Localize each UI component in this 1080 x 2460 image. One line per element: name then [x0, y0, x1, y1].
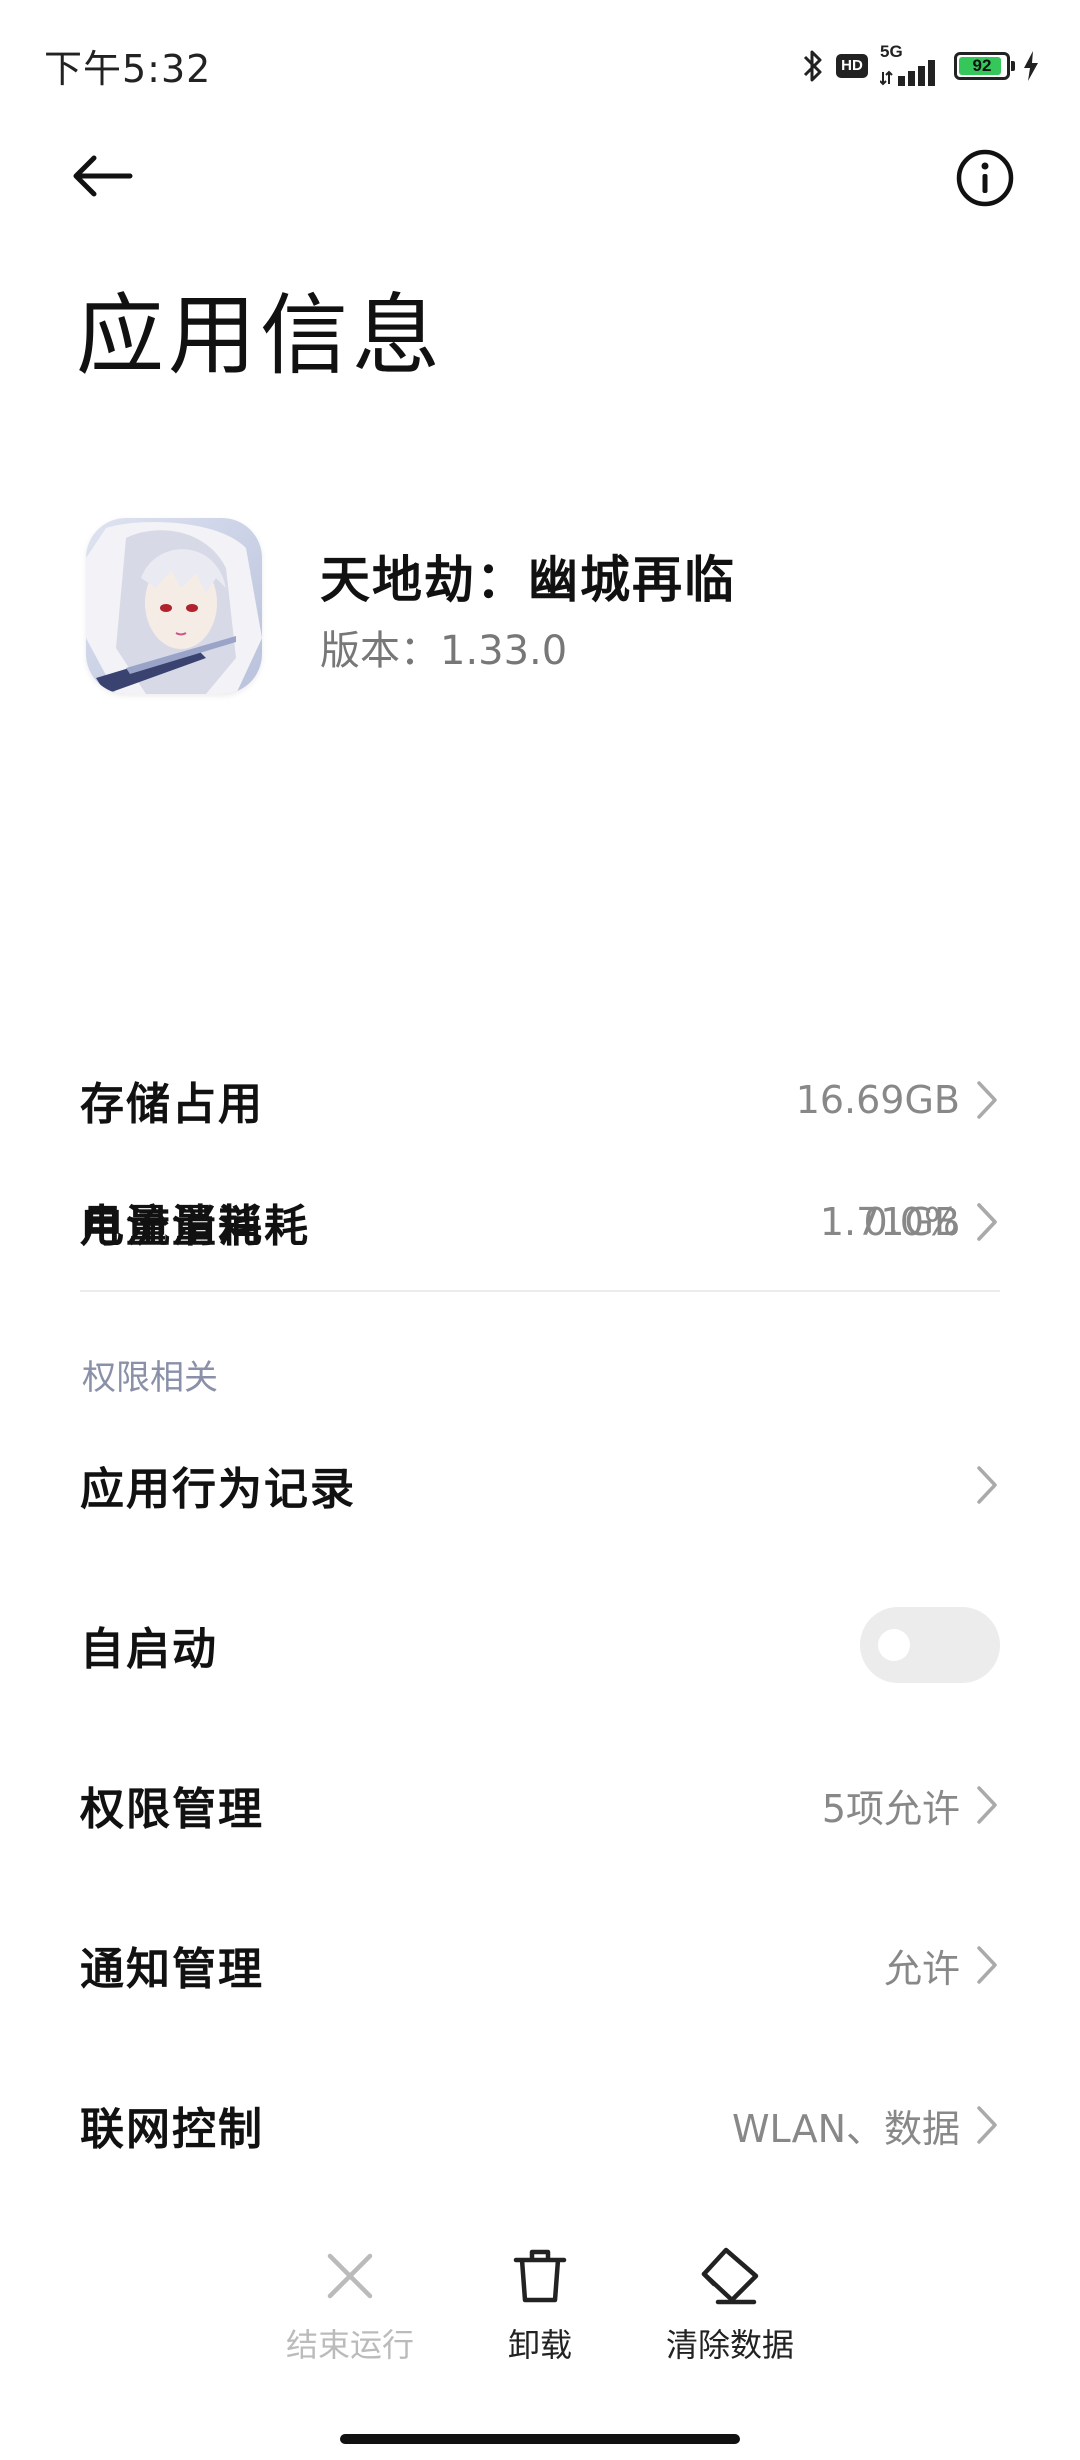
permission-management-row[interactable]: 权限管理 5项允许 [80, 1745, 1000, 1865]
uninstall-button[interactable]: 卸载 [430, 2240, 650, 2366]
status-bar: 下午5:32 HD 5G 92 [0, 0, 1080, 130]
chevron-right-icon [977, 1946, 997, 1984]
toggle-knob [878, 1629, 910, 1661]
storage-row[interactable]: 存储占用 16.69GB [80, 1040, 1000, 1160]
app-behavior-log-row[interactable]: 应用行为记录 [80, 1425, 1000, 1545]
chevron-right-icon [977, 1081, 997, 1119]
row-label: 通知管理 [80, 1944, 264, 1995]
chevron-right-icon [977, 1786, 997, 1824]
charging-icon [1022, 51, 1040, 81]
eraser-icon [698, 2240, 762, 2312]
battery-level: 92 [972, 56, 992, 75]
action-label: 卸载 [507, 2326, 572, 2364]
bluetooth-icon [802, 47, 824, 85]
info-button[interactable] [950, 145, 1020, 215]
autostart-toggle[interactable] [860, 1607, 1000, 1683]
back-button[interactable] [70, 145, 150, 211]
row-label: 存储占用 [80, 1079, 264, 1130]
chevron-right-icon [977, 1466, 997, 1504]
status-time: 下午5:32 [44, 47, 212, 91]
back-arrow-icon [70, 152, 134, 204]
hd-icon: HD [836, 54, 868, 78]
info-icon [955, 148, 1015, 212]
network-type: 5G [880, 42, 903, 61]
action-label: 清除数据 [665, 2326, 794, 2364]
action-label: 结束运行 [285, 2326, 414, 2364]
trash-icon [512, 2240, 568, 2312]
battery-usage-row[interactable]: 电量消耗 0.0% [80, 1162, 1000, 1282]
notification-management-row[interactable]: 通知管理 允许 [80, 1905, 1000, 2025]
action-bar: 结束运行 卸载 清除数据 [0, 2240, 1080, 2380]
app-version: 版本：1.33.0 [320, 628, 568, 674]
section-header-permissions: 权限相关 [82, 1358, 218, 1398]
status-icons: HD 5G 92 [802, 42, 1040, 88]
home-indicator[interactable] [340, 2434, 740, 2444]
autostart-row: 自启动 [80, 1585, 1000, 1705]
battery-usage-value: 0.0% [863, 1200, 960, 1244]
row-label: 自启动 [80, 1624, 218, 1675]
close-icon [324, 2240, 376, 2312]
row-label: 权限管理 [80, 1784, 264, 1835]
row-label: 电量消耗 [80, 1201, 264, 1252]
app-name: 天地劫：幽城再临 [320, 551, 736, 609]
chevron-right-icon [977, 2106, 997, 2144]
force-stop-button[interactable]: 结束运行 [240, 2240, 460, 2366]
divider [80, 1290, 1000, 1292]
battery-icon: 92 [954, 52, 1015, 80]
row-label: 应用行为记录 [80, 1464, 356, 1515]
chevron-right-icon [977, 1203, 997, 1241]
signal-icon: 5G [880, 42, 942, 86]
notification-value: 允许 [883, 1946, 960, 1991]
storage-value: 16.69GB [795, 1078, 960, 1122]
network-control-row[interactable]: 联网控制 WLAN、数据 [80, 2065, 1000, 2185]
clear-data-button[interactable]: 清除数据 [620, 2240, 840, 2366]
page-title: 应用信息 [76, 284, 445, 387]
network-control-value: WLAN、数据 [731, 2106, 960, 2151]
permission-value: 5项允许 [821, 1786, 960, 1831]
row-label: 联网控制 [80, 2104, 264, 2155]
app-icon [86, 518, 262, 694]
